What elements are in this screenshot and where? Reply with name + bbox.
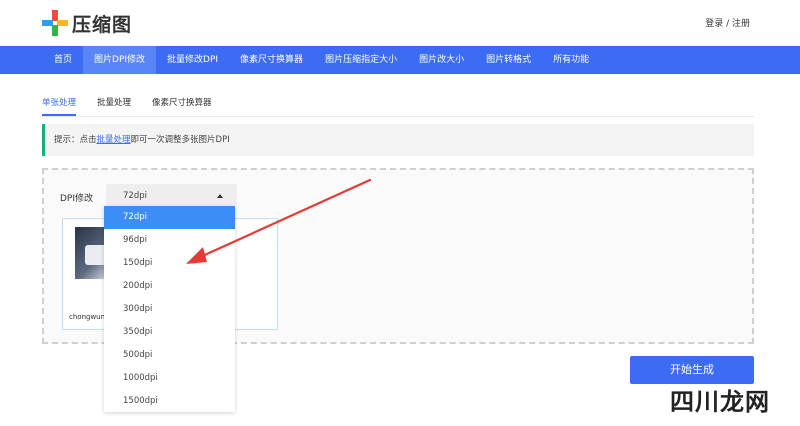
dpi-option[interactable]: 500dpi — [104, 344, 235, 367]
tip-banner: 提示：点击批量处理即可一次调整多张图片DPI — [42, 124, 754, 156]
tip-suffix: 即可一次调整多张图片DPI — [130, 135, 230, 145]
tab-pixel-calculator[interactable]: 像素尺寸换算器 — [152, 96, 212, 116]
tab-batch[interactable]: 批量处理 — [97, 96, 131, 116]
dpi-dropdown: 72dpi 96dpi 150dpi 200dpi 300dpi 350dpi … — [104, 206, 235, 412]
logo[interactable]: 压缩图 — [42, 8, 132, 38]
logo-text: 压缩图 — [72, 13, 133, 36]
dpi-option[interactable]: 300dpi — [104, 298, 235, 321]
login-link[interactable]: 登录 — [705, 19, 723, 29]
main-nav: 首页 图片DPI修改 批量修改DPI 像素尺寸换算器 图片压缩指定大小 图片改大… — [0, 46, 800, 74]
nav-item-pixel-calculator[interactable]: 像素尺寸换算器 — [229, 46, 314, 74]
dpi-option[interactable]: 96dpi — [104, 229, 235, 252]
dpi-option[interactable]: 72dpi — [104, 206, 235, 229]
watermark: 四川龙网 — [670, 388, 770, 416]
logo-icon — [42, 10, 68, 36]
tab-divider — [42, 116, 754, 117]
generate-button[interactable]: 开始生成 — [630, 356, 754, 384]
tab-single[interactable]: 单张处理 — [42, 96, 77, 116]
dpi-option[interactable]: 200dpi — [104, 275, 235, 298]
dpi-option[interactable]: 1000dpi — [104, 367, 235, 390]
tip-prefix: 提示：点击 — [54, 135, 97, 145]
dpi-option[interactable]: 1500dpi — [104, 390, 235, 413]
caret-up-icon — [217, 194, 223, 198]
nav-item-batch-dpi[interactable]: 批量修改DPI — [156, 46, 229, 74]
tip-batch-link[interactable]: 批量处理 — [97, 135, 131, 145]
header: 压缩图 登录 / 注册 — [0, 0, 800, 46]
auth-separator: / — [723, 19, 732, 29]
dpi-label: DPI修改 — [60, 194, 94, 204]
auth-links: 登录 / 注册 — [705, 16, 750, 29]
nav-item-home[interactable]: 首页 — [43, 46, 83, 74]
dpi-option[interactable]: 350dpi — [104, 321, 235, 344]
nav-item-convert-format[interactable]: 图片转格式 — [475, 46, 542, 74]
nav-item-dpi-modify[interactable]: 图片DPI修改 — [83, 46, 157, 74]
nav-item-all-features[interactable]: 所有功能 — [542, 46, 600, 74]
nav-item-resize[interactable]: 图片改大小 — [408, 46, 475, 74]
dpi-select[interactable]: 72dpi — [106, 184, 237, 208]
tab-bar: 单张处理 批量处理 像素尺寸换算器 — [42, 96, 233, 116]
dpi-option[interactable]: 150dpi — [104, 252, 235, 275]
nav-item-compress-size[interactable]: 图片压缩指定大小 — [314, 46, 408, 74]
dpi-select-value: 72dpi — [123, 191, 147, 201]
register-link[interactable]: 注册 — [732, 19, 750, 29]
